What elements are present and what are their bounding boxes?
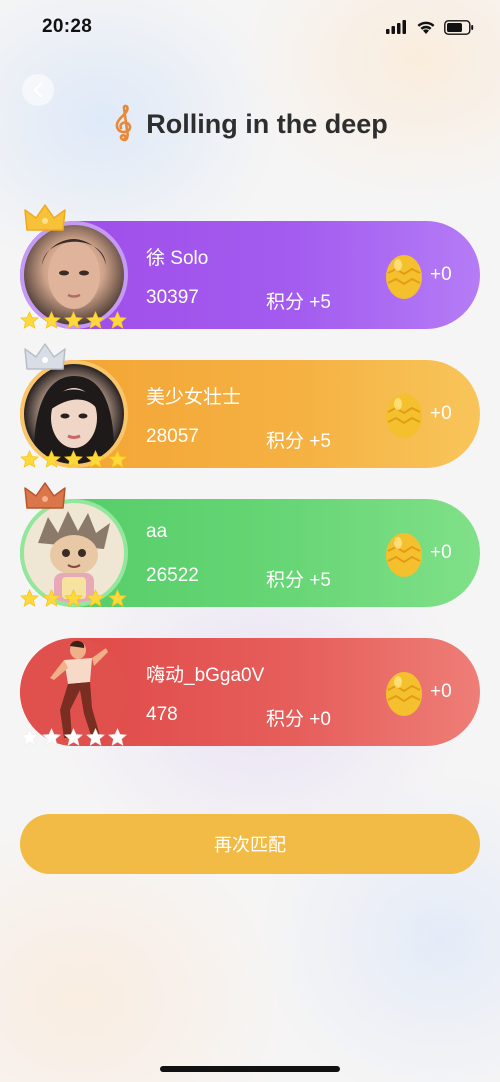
player-score: 28057 [146, 426, 199, 447]
star-filled-icon [42, 450, 61, 468]
star-filled-icon [64, 311, 83, 329]
battery-icon [444, 19, 474, 35]
star-filled-icon [64, 589, 83, 607]
star-empty-icon [20, 728, 39, 746]
points-delta: 积分 +5 [266, 570, 331, 591]
star-filled-icon [20, 589, 39, 607]
treble-clef-icon [115, 104, 132, 142]
song-title: Rolling in the deep [146, 108, 388, 139]
player-score: 478 [146, 704, 178, 725]
status-time: 20:28 [42, 16, 93, 37]
player-name: 徐 Solo [146, 248, 209, 269]
points-delta: 积分 +5 [266, 292, 331, 313]
player-score: 30397 [146, 287, 199, 308]
star-filled-icon [20, 450, 39, 468]
points-delta: 积分 +5 [266, 431, 331, 452]
star-filled-icon [42, 311, 61, 329]
silver-crown-icon [24, 343, 66, 370]
player-score: 26522 [146, 565, 199, 586]
star-empty-icon [108, 728, 127, 746]
star-filled-icon [86, 589, 105, 607]
player-card-1[interactable]: 徐 Solo 30397 积分 +5 +0 [20, 204, 480, 330]
status-icons [386, 18, 474, 36]
star-filled-icon [108, 589, 127, 607]
player-name: 美少女壮士 [146, 387, 242, 408]
coin-delta: +0 [430, 681, 452, 702]
back-button[interactable] [22, 74, 54, 106]
star-filled-icon [20, 311, 39, 329]
player-card-2[interactable]: 美少女壮士 28057 积分 +5 +0 [20, 343, 480, 469]
coin-delta: +0 [430, 542, 452, 563]
rating-stars [20, 450, 127, 469]
gold-crown-icon [24, 204, 66, 231]
star-filled-icon [64, 450, 83, 468]
bronze-crown-icon [24, 482, 66, 509]
status-bar: 20:28 [0, 0, 500, 54]
star-filled-icon [42, 589, 61, 607]
chevron-left-icon [33, 82, 43, 98]
rating-stars [20, 589, 127, 608]
rating-stars [20, 728, 127, 747]
rating-stars [20, 311, 127, 330]
star-empty-icon [42, 728, 61, 746]
signal-icon [386, 20, 406, 34]
rematch-button[interactable]: 再次匹配 [20, 814, 480, 874]
coin-delta: +0 [430, 264, 452, 285]
star-empty-icon [64, 728, 83, 746]
wifi-icon [417, 21, 435, 34]
golden-egg-icon [386, 255, 422, 299]
points-delta: 积分 +0 [266, 709, 331, 730]
song-title-row: Rolling in the deep [0, 104, 500, 144]
star-filled-icon [86, 450, 105, 468]
star-empty-icon [86, 728, 105, 746]
home-indicator[interactable] [160, 1066, 340, 1072]
star-filled-icon [108, 311, 127, 329]
player-card-3[interactable]: aa 26522 积分 +5 +0 [20, 482, 480, 608]
star-filled-icon [108, 450, 127, 468]
coin-delta: +0 [430, 403, 452, 424]
player-name: aa [146, 521, 168, 542]
golden-egg-icon [386, 672, 422, 716]
star-filled-icon [86, 311, 105, 329]
golden-egg-icon [386, 394, 422, 438]
player-name: 嗨动_bGga0V [146, 665, 265, 686]
golden-egg-icon [386, 533, 422, 577]
player-card-4[interactable]: 嗨动_bGga0V 478 积分 +0 +0 [20, 638, 480, 746]
